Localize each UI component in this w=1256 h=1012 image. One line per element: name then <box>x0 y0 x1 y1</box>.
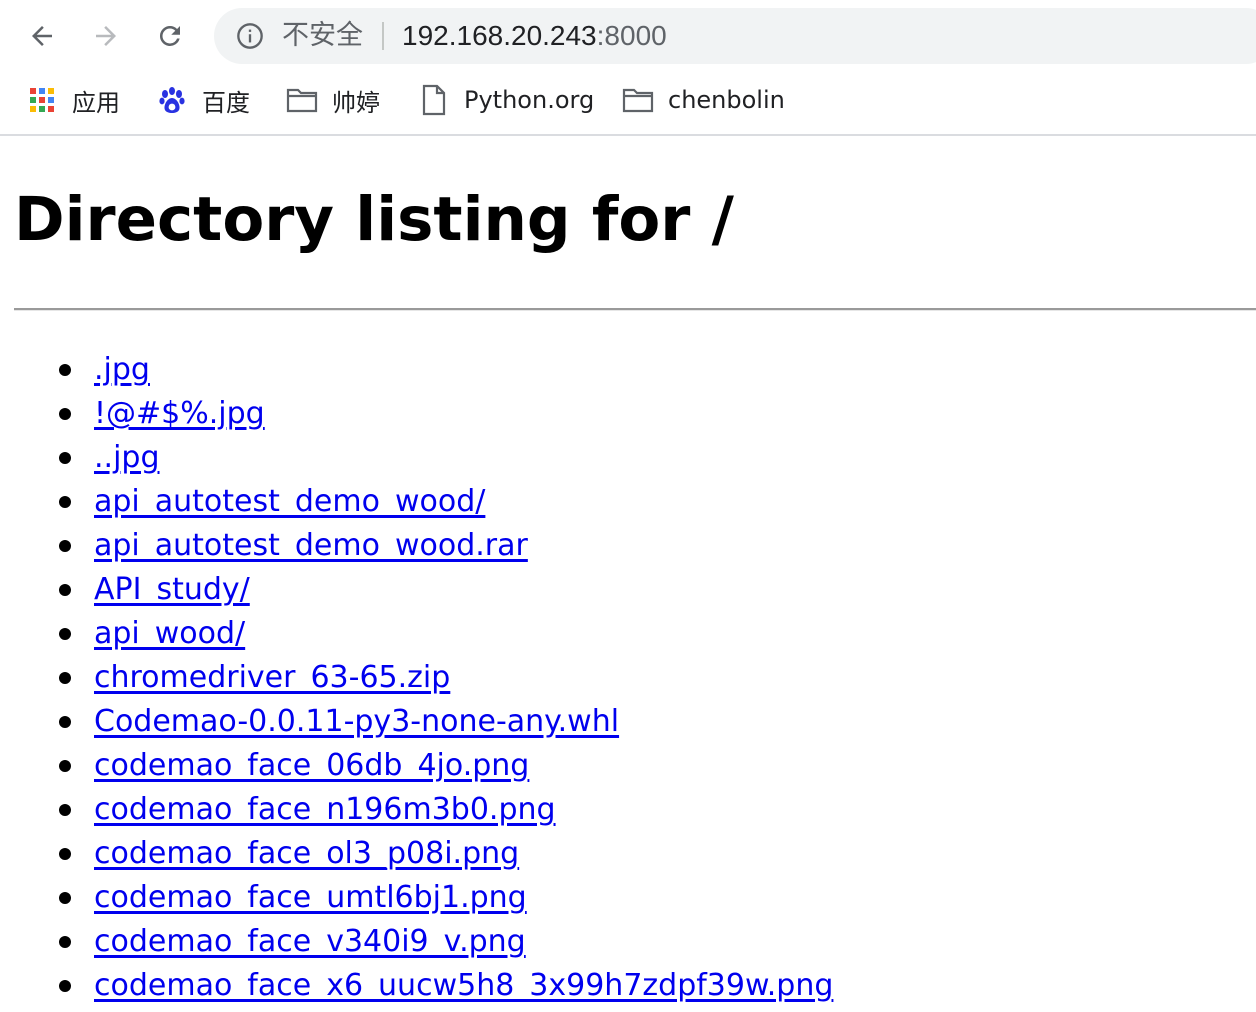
file-link[interactable]: api_wood/ <box>94 616 245 651</box>
apps-grid-icon <box>26 84 58 116</box>
list-bullet <box>59 760 71 772</box>
list-bullet <box>59 540 71 552</box>
file-link[interactable]: !@#$%.jpg <box>94 396 265 431</box>
file-list-item: codemao_face_n196m3b0.png <box>0 788 833 832</box>
list-bullet <box>59 364 71 376</box>
arrow-right-icon <box>96 26 116 46</box>
bookmark-label: chenbolin <box>668 86 785 114</box>
file-list-item: !@#$%.jpg <box>0 392 833 436</box>
file-list-item: codemao_face_v340i9_v.png <box>0 920 833 964</box>
file-list-item: codemao_face_x6_uucw5h8_3x99h7zdpf39w.pn… <box>0 964 833 1008</box>
forward-button[interactable] <box>82 12 130 60</box>
file-link[interactable]: api_autotest_demo_wood/ <box>94 484 485 519</box>
file-list-item: codemao_face_umtl6bj1.png <box>0 876 833 920</box>
file-link[interactable]: codemao_face_x6_uucw5h8_3x99h7zdpf39w.pn… <box>94 968 833 1003</box>
list-bullet <box>59 892 71 904</box>
file-link[interactable]: Codemao-0.0.11-py3-none-any.whl <box>94 704 619 739</box>
list-bullet <box>59 452 71 464</box>
bookmark-apps[interactable]: 应用 <box>26 72 120 128</box>
info-circle-icon[interactable] <box>236 22 264 50</box>
file-link[interactable]: api_autotest_demo_wood.rar <box>94 528 528 563</box>
bookmark-folder-shuaiting[interactable]: 帅婷 <box>286 72 380 128</box>
reload-icon <box>159 25 180 46</box>
folder-icon <box>286 84 318 116</box>
list-bullet <box>59 848 71 860</box>
bookmark-folder-chenbolin[interactable]: chenbolin <box>622 72 785 128</box>
file-list-item: api_autotest_demo_wood.rar <box>0 524 833 568</box>
reload-button[interactable] <box>146 12 194 60</box>
file-list-item: codemao_face_ol3_p08i.png <box>0 832 833 876</box>
address-bar-divider <box>382 22 384 50</box>
file-list: .jpg !@#$%.jpg ..jpg api_autotest_demo_wood… <box>0 348 833 1008</box>
file-link[interactable]: API_study/ <box>94 572 250 607</box>
list-bullet <box>59 408 71 420</box>
page-title: Directory listing for / <box>14 184 734 255</box>
file-list-item: api_autotest_demo_wood/ <box>0 480 833 524</box>
list-bullet <box>59 804 71 816</box>
address-bar[interactable]: 不安全 192.168.20.243:8000 <box>214 8 1256 64</box>
list-bullet <box>59 584 71 596</box>
file-link[interactable]: codemao_face_06db_4jo.png <box>94 748 529 783</box>
list-bullet <box>59 496 71 508</box>
arrow-left-icon <box>32 26 52 46</box>
list-bullet <box>59 628 71 640</box>
list-bullet <box>59 672 71 684</box>
file-link[interactable]: ..jpg <box>94 440 160 475</box>
page-icon <box>418 84 450 116</box>
file-link[interactable]: codemao_face_v340i9_v.png <box>94 924 526 959</box>
baidu-paw-icon <box>156 84 188 116</box>
list-bullet <box>59 716 71 728</box>
file-link[interactable]: codemao_face_ol3_p08i.png <box>94 836 519 871</box>
url-port: :8000 <box>596 20 667 51</box>
browser-toolbar: 不安全 192.168.20.243:8000 <box>0 0 1256 72</box>
back-button[interactable] <box>18 12 66 60</box>
file-list-item: chromedriver_63-65.zip <box>0 656 833 700</box>
url-text[interactable]: 192.168.20.243:8000 <box>402 8 667 64</box>
bookmark-label: 应用 <box>72 88 120 117</box>
list-bullet <box>59 936 71 948</box>
file-list-item: .jpg <box>0 348 833 392</box>
file-link[interactable]: chromedriver_63-65.zip <box>94 660 450 695</box>
file-list-item: API_study/ <box>0 568 833 612</box>
horizontal-rule <box>14 308 1256 311</box>
bookmark-label: 百度 <box>202 88 250 117</box>
bookmark-label: 帅婷 <box>332 88 380 117</box>
bookmarks-bar: 应用 百度 帅婷 Python.org chenbolin <box>0 72 1256 136</box>
bookmark-baidu[interactable]: 百度 <box>156 72 250 128</box>
security-status-label[interactable]: 不安全 <box>282 8 363 64</box>
file-link[interactable]: codemao_face_umtl6bj1.png <box>94 880 527 915</box>
file-list-item: codemao_face_06db_4jo.png <box>0 744 833 788</box>
list-bullet <box>59 980 71 992</box>
file-link[interactable]: .jpg <box>94 352 150 387</box>
bookmark-label: Python.org <box>464 86 595 114</box>
bookmark-python-org[interactable]: Python.org <box>418 72 594 128</box>
folder-icon <box>622 84 654 116</box>
file-list-item: api_wood/ <box>0 612 833 656</box>
page-content: Directory listing for / .jpg !@#$%.jpg ..j… <box>0 136 1256 1003</box>
file-link[interactable]: codemao_face_n196m3b0.png <box>94 792 556 827</box>
url-host: 192.168.20.243 <box>402 20 597 51</box>
file-list-item: Codemao-0.0.11-py3-none-any.whl <box>0 700 833 744</box>
file-list-item: ..jpg <box>0 436 833 480</box>
